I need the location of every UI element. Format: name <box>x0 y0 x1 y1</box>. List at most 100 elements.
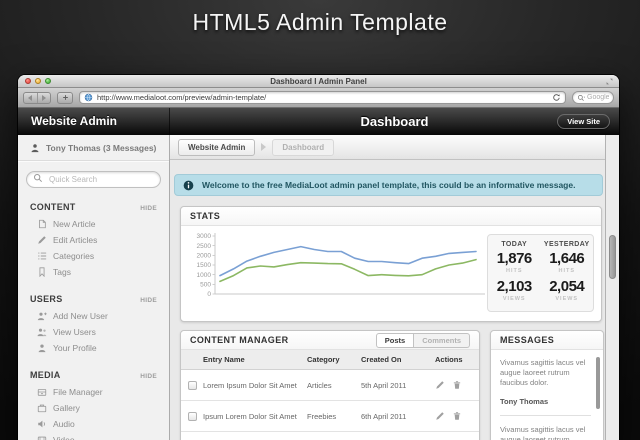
section-title: CONTENT <box>30 202 76 212</box>
sidebar-item-label: Add New User <box>53 311 108 321</box>
forward-button[interactable] <box>37 93 51 103</box>
today-hits: 1,876 <box>488 250 541 267</box>
page-scrollbar[interactable] <box>605 135 619 440</box>
address-bar[interactable] <box>79 91 566 104</box>
quick-search-input[interactable] <box>26 171 161 188</box>
view-site-button[interactable]: View Site <box>557 114 610 129</box>
breadcrumb: Website Admin Dashboard <box>170 135 619 160</box>
globe-icon <box>84 93 93 102</box>
chevron-right-icon <box>261 143 266 151</box>
url-input[interactable] <box>97 93 548 102</box>
sidebar-item-tags[interactable]: Tags <box>30 264 157 280</box>
svg-text:0: 0 <box>207 291 211 298</box>
quick-search-icon <box>33 173 43 183</box>
hide-link[interactable]: HIDE <box>140 205 157 212</box>
delete-icon[interactable] <box>452 380 462 390</box>
page-heading: Dashboard <box>361 114 429 129</box>
sidebar-item-label: Audio <box>53 419 75 429</box>
add-user-icon <box>37 311 47 321</box>
sidebar-item-your-profile[interactable]: Your Profile <box>30 340 157 356</box>
row-checkbox[interactable] <box>188 381 197 390</box>
plus-icon <box>62 94 69 101</box>
table-row: Ipsum Lorem Dolor Sit Amet Freebies 6th … <box>181 401 479 432</box>
sidebar-item-categories[interactable]: Categories <box>30 248 157 264</box>
sidebar-item-audio[interactable]: Audio <box>30 416 157 432</box>
hide-link[interactable]: HIDE <box>140 373 157 380</box>
resize-icon[interactable] <box>606 78 613 85</box>
messages-title: MESSAGES <box>500 335 554 345</box>
message-text: Vivamus sagittis lacus vel augue laoreet… <box>500 358 591 388</box>
page-title: HTML5 Admin Template <box>0 9 640 36</box>
edit-articles-icon <box>37 235 47 245</box>
cell-entry: Ipsum Lorem Dolor Sit Amet <box>203 412 307 421</box>
user-icon <box>30 143 40 153</box>
message-text: Vivamus sagittis lacus vel augue laoreet… <box>500 425 591 440</box>
sidebar-item-file-manager[interactable]: File Manager <box>30 384 157 400</box>
table-row <box>181 432 479 440</box>
sidebar-item-label: Edit Articles <box>53 235 97 245</box>
summary-col-yesterday: YESTERDAY <box>541 241 594 248</box>
messages-panel: MESSAGES Vivamus sagittis lacus vel augu… <box>490 330 604 440</box>
message-author: Tony Thomas <box>500 397 591 406</box>
table-header: Entry Name Category Created On Actions <box>181 350 479 370</box>
search-icon <box>577 94 585 102</box>
refresh-icon[interactable] <box>552 93 561 102</box>
sidebar-item-label: Categories <box>53 251 94 261</box>
table-row: Lorem Ipsum Dolor Sit Amet Articles 5th … <box>181 370 479 401</box>
user-row[interactable]: Tony Thomas (3 Messages) <box>18 135 169 161</box>
col-entry-name: Entry Name <box>203 355 307 364</box>
sidebar-section-users: USERS HIDE Add New User <box>18 294 169 356</box>
new-tab-button[interactable] <box>57 92 73 104</box>
profile-icon <box>37 343 47 353</box>
sidebar-item-label: Your Profile <box>53 343 97 353</box>
categories-icon <box>37 251 47 261</box>
edit-icon[interactable] <box>435 411 445 421</box>
user-label: Tony Thomas (3 Messages) <box>46 143 156 153</box>
sidebar-item-add-new-user[interactable]: Add New User <box>30 308 157 324</box>
breadcrumb-root[interactable]: Website Admin <box>178 139 255 156</box>
browser-toolbar <box>18 88 619 108</box>
tab-posts[interactable]: Posts <box>376 333 414 348</box>
browser-search-field[interactable] <box>572 91 614 104</box>
stats-panel: STATS 300025002000150010005000 TODAY 1,8… <box>180 206 602 322</box>
sidebar-title: Website Admin <box>18 108 170 135</box>
tags-icon <box>37 267 47 277</box>
svg-text:500: 500 <box>200 282 211 289</box>
sidebar-section-content: CONTENT HIDE New Article <box>18 202 169 280</box>
window-title: Dashboard I Admin Panel <box>18 75 619 88</box>
content-manager-tabs: Posts Comments <box>376 333 470 348</box>
tab-comments[interactable]: Comments <box>414 333 470 348</box>
sidebar-item-new-article[interactable]: New Article <box>30 216 157 232</box>
edit-icon[interactable] <box>435 380 445 390</box>
main-content: Website Admin Dashboard Welcome to the f… <box>170 135 619 440</box>
browser-search-input[interactable] <box>587 94 609 101</box>
notice-banner: Welcome to the free MediaLoot admin pane… <box>174 174 603 196</box>
sidebar-item-edit-articles[interactable]: Edit Articles <box>30 232 157 248</box>
delete-icon[interactable] <box>452 411 462 421</box>
back-button[interactable] <box>24 93 37 103</box>
today-views: 2,103 <box>488 278 541 295</box>
col-category: Category <box>307 355 361 364</box>
sidebar-item-video[interactable]: Video <box>30 432 157 440</box>
content-manager-title: CONTENT MANAGER <box>190 335 289 345</box>
sidebar-item-label: File Manager <box>53 387 103 397</box>
messages-scrollbar-thumb[interactable] <box>596 357 600 409</box>
hide-link[interactable]: HIDE <box>140 297 157 304</box>
video-icon <box>37 435 47 440</box>
forward-icon <box>42 95 46 101</box>
svg-text:3000: 3000 <box>197 233 212 240</box>
page-scrollbar-thumb[interactable] <box>609 235 616 279</box>
sidebar-item-gallery[interactable]: Gallery <box>30 400 157 416</box>
back-icon <box>28 95 32 101</box>
cell-entry: Lorem Ipsum Dolor Sit Amet <box>203 381 307 390</box>
views-caption: VIEWS <box>541 296 594 302</box>
sidebar-item-label: Video <box>53 435 75 440</box>
row-checkbox[interactable] <box>188 412 197 421</box>
yesterday-views: 2,054 <box>541 278 594 295</box>
svg-text:2500: 2500 <box>197 243 212 250</box>
stats-chart: 300025002000150010005000 <box>187 230 487 306</box>
summary-col-today: TODAY <box>488 241 541 248</box>
browser-titlebar: Dashboard I Admin Panel <box>18 75 619 88</box>
sidebar-item-view-users[interactable]: View Users <box>30 324 157 340</box>
gallery-icon <box>37 403 47 413</box>
